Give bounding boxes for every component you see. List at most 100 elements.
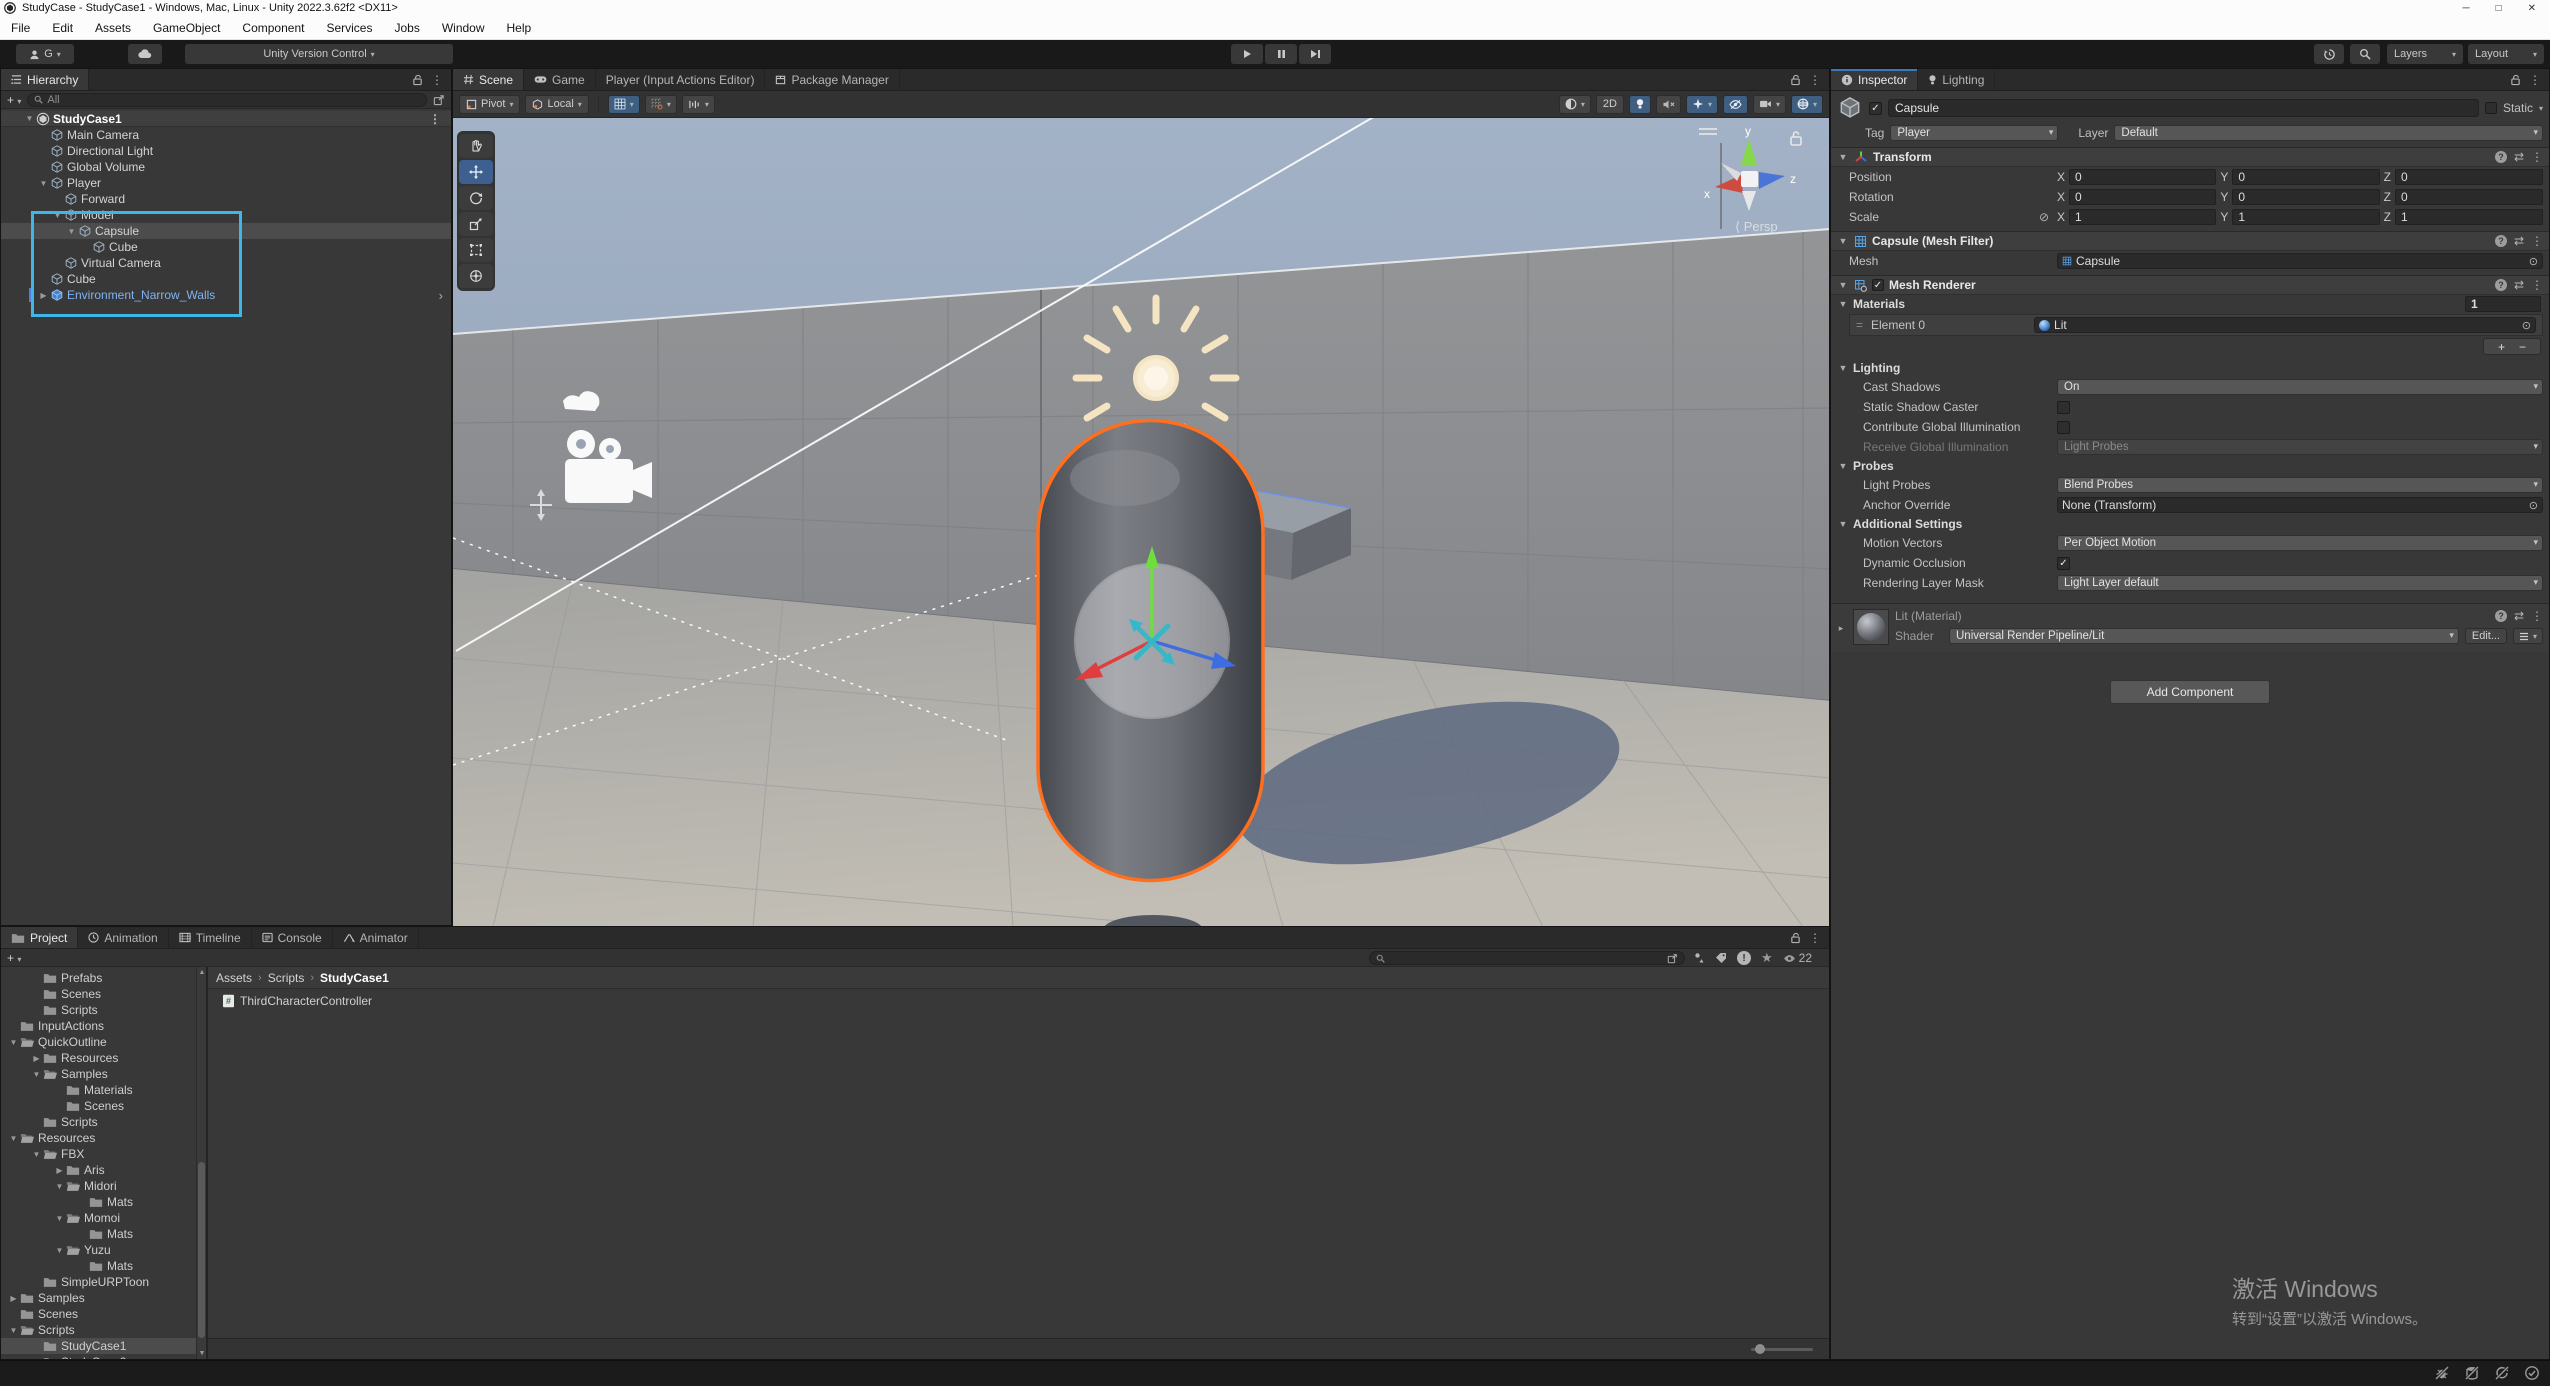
name-field[interactable]: Capsule xyxy=(1888,99,2479,117)
foldout-arrow[interactable]: ▼ xyxy=(7,1038,20,1047)
breadcrumb-scripts[interactable]: Scripts xyxy=(268,971,305,985)
renderer-enabled-checkbox[interactable]: ✓ xyxy=(1872,279,1884,291)
mesh-filter-header[interactable]: ▼ Capsule (Mesh Filter) ?⇄⋮ xyxy=(1831,231,2549,251)
hierarchy-item-player[interactable]: ▼Player xyxy=(1,175,451,191)
add-material-button[interactable]: + xyxy=(2498,340,2505,354)
menu-assets[interactable]: Assets xyxy=(84,21,142,35)
foldout-arrow[interactable]: ▼ xyxy=(7,1134,20,1143)
shader-dropdown[interactable]: Universal Render Pipeline/Lit xyxy=(1949,628,2459,644)
scale-tool[interactable] xyxy=(459,212,493,236)
persp-toggle[interactable]: ⟨ Persp xyxy=(1735,219,1778,234)
hierarchy-item-forward[interactable]: Forward xyxy=(1,191,451,207)
section-probes[interactable]: ▼Probes xyxy=(1831,457,2549,475)
grid-snapping-button[interactable]: ▾ xyxy=(645,95,677,114)
scene-lighting-toggle[interactable] xyxy=(1629,95,1651,114)
constrain-proportions-icon[interactable]: ⊘ xyxy=(2039,210,2057,224)
foldout-arrow[interactable]: ▼ xyxy=(7,1326,20,1335)
tab-animation[interactable]: Animation xyxy=(78,927,168,948)
cache-server-disconnected-icon[interactable] xyxy=(2464,1365,2480,1381)
mesh-renderer-header[interactable]: ▼ ✓ Mesh Renderer ?⇄⋮ xyxy=(1831,275,2549,295)
scrollbar-thumb[interactable] xyxy=(198,1162,205,1338)
tag-dropdown[interactable]: Player xyxy=(1890,125,2058,141)
transform-position-z-field[interactable]: 0 xyxy=(2395,169,2543,185)
dynamic-occlusion-checkbox[interactable]: ✓ xyxy=(2057,557,2070,570)
project-folder-prefabs[interactable]: Prefabs xyxy=(1,970,196,986)
snap-increment-button[interactable]: ▾ xyxy=(682,95,715,114)
scene-camera-settings[interactable]: ▾ xyxy=(1753,95,1786,114)
project-folder-scenes[interactable]: Scenes xyxy=(1,1306,196,1322)
kebab-menu-icon[interactable]: ⋮ xyxy=(2531,609,2543,623)
axis-gizmo[interactable]: y x z xyxy=(1704,124,1796,211)
layers-dropdown[interactable]: Layers▾ xyxy=(2387,44,2463,64)
account-button[interactable]: G▾ xyxy=(16,44,74,64)
pivot-toggle-button[interactable]: Pivot▾ xyxy=(459,95,520,114)
menu-file[interactable]: File xyxy=(0,21,41,35)
lock-icon[interactable] xyxy=(1790,932,1801,944)
transform-scale-x-field[interactable]: 1 xyxy=(2069,209,2216,225)
scene-visibility-toggle[interactable] xyxy=(1723,95,1748,114)
drag-handle-icon[interactable]: = xyxy=(1856,318,1863,332)
kebab-menu-icon[interactable]: ⋮ xyxy=(2531,278,2543,292)
project-folder-mats[interactable]: Mats xyxy=(1,1226,196,1242)
hierarchy-item-directional-light[interactable]: Directional Light xyxy=(1,143,451,159)
help-icon[interactable]: ? xyxy=(2495,279,2507,291)
shading-mode-dropdown[interactable]: ▾ xyxy=(1559,95,1591,114)
menu-help[interactable]: Help xyxy=(496,21,543,35)
scene-audio-toggle[interactable] xyxy=(1656,95,1681,114)
lock-icon[interactable] xyxy=(412,74,423,86)
scene-viewport[interactable]: y x z ⟨ Persp xyxy=(453,118,1829,927)
tab-inspector[interactable]: Inspector xyxy=(1831,69,1918,90)
axis-x-label[interactable]: x xyxy=(1704,187,1710,201)
global-search-button[interactable] xyxy=(2350,44,2380,64)
close-button[interactable]: ✕ xyxy=(2528,3,2536,14)
hierarchy-item-studycase1[interactable]: ▼StudyCase1⋮ xyxy=(1,111,451,127)
menu-window[interactable]: Window xyxy=(431,21,496,35)
rendering-layer-mask-dropdown[interactable]: Light Layer default xyxy=(2057,575,2543,591)
object-picker-icon[interactable]: ⊙ xyxy=(2529,499,2538,512)
project-folder-quickoutline[interactable]: ▼QuickOutline xyxy=(1,1034,196,1050)
axis-z-label[interactable]: z xyxy=(1790,172,1796,186)
foldout-arrow[interactable]: ▼ xyxy=(30,1070,43,1079)
transform-position-x-field[interactable]: 0 xyxy=(2069,169,2216,185)
auto-refresh-disabled-icon[interactable] xyxy=(2494,1365,2510,1381)
search-by-label-icon[interactable] xyxy=(1715,952,1727,964)
materials-count-field[interactable]: 1 xyxy=(2465,296,2541,312)
move-tool[interactable] xyxy=(459,160,493,184)
kebab-menu-icon[interactable]: ⋮ xyxy=(429,112,451,126)
hierarchy-item-capsule[interactable]: ▼Capsule xyxy=(1,223,451,239)
kebab-menu-icon[interactable]: ⋮ xyxy=(2529,73,2541,87)
section-lighting[interactable]: ▼Lighting xyxy=(1831,359,2549,377)
tab-player-input-actions-editor[interactable]: Player (Input Actions Editor) xyxy=(596,69,766,90)
breadcrumb-studycase1[interactable]: StudyCase1 xyxy=(320,971,389,985)
status-ok-icon[interactable] xyxy=(2524,1365,2540,1381)
menu-gameobject[interactable]: GameObject xyxy=(142,21,231,35)
transform-rotation-y-field[interactable]: 0 xyxy=(2232,189,2379,205)
pause-button[interactable] xyxy=(1265,44,1297,64)
tab-scene[interactable]: Scene xyxy=(453,69,524,90)
debugger-disabled-icon[interactable] xyxy=(2434,1365,2450,1381)
material-object-field[interactable]: Lit⊙ xyxy=(2034,317,2536,333)
tab-console[interactable]: Console xyxy=(252,927,333,948)
help-icon[interactable]: ? xyxy=(2495,151,2507,163)
motion-vectors-dropdown[interactable]: Per Object Motion xyxy=(2057,535,2543,551)
material-thumbnail[interactable] xyxy=(1853,609,1889,645)
hidden-items-toggle[interactable]: 22 xyxy=(1783,951,1812,965)
project-folder-studycase1[interactable]: StudyCase1 xyxy=(1,1338,196,1354)
asset-thirdcharactercontroller[interactable]: #ThirdCharacterController xyxy=(222,993,1829,1009)
project-folder-scripts[interactable]: Scripts xyxy=(1,1002,196,1018)
material-element-row[interactable]: = Element 0 Lit⊙ xyxy=(1849,314,2543,336)
contribute-global-illumination-checkbox[interactable] xyxy=(2057,421,2070,434)
kebab-menu-icon[interactable]: ⋮ xyxy=(1809,931,1821,945)
orientation-gizmo-overlay[interactable]: y x z ⟨ Persp xyxy=(1691,123,1811,238)
asset-zoom-slider[interactable] xyxy=(1751,1348,1813,1351)
project-folder-resources[interactable]: ▶Resources xyxy=(1,1050,196,1066)
project-folder-fbx[interactable]: ▼FBX xyxy=(1,1146,196,1162)
tab-hierarchy[interactable]: Hierarchy xyxy=(1,69,89,90)
presets-icon[interactable]: ⇄ xyxy=(2514,150,2524,164)
menu-component[interactable]: Component xyxy=(231,21,315,35)
foldout-arrow[interactable]: ▼ xyxy=(65,227,78,236)
remove-material-button[interactable]: − xyxy=(2519,340,2526,354)
transform-tool[interactable] xyxy=(459,264,493,288)
undo-history-button[interactable] xyxy=(2314,44,2344,64)
tab-lighting[interactable]: Lighting xyxy=(1918,69,1995,90)
